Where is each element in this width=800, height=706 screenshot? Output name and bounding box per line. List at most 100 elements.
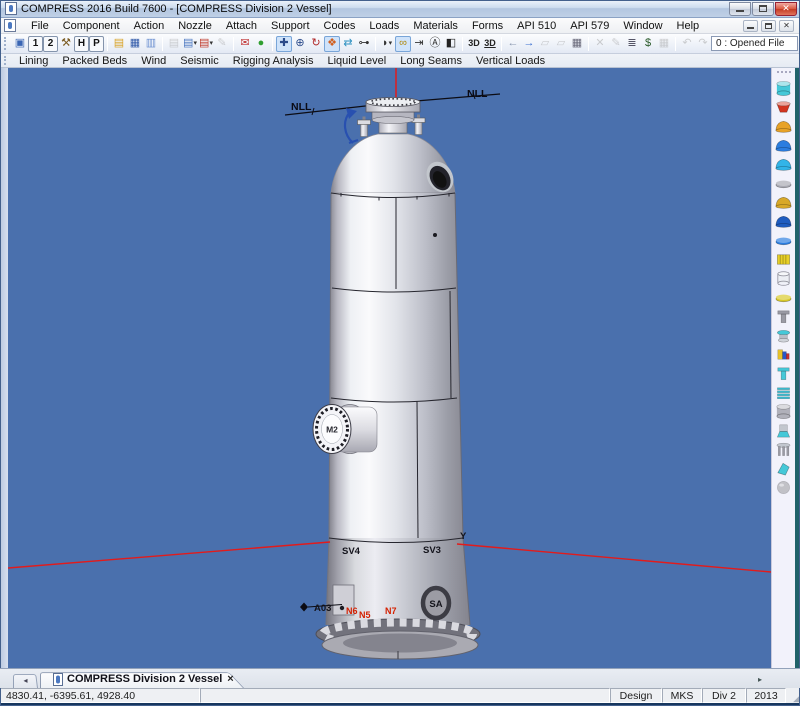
pan-icon[interactable]: ✚ [276, 36, 292, 52]
menu-component[interactable]: Component [56, 19, 127, 33]
pdf-export-icon[interactable]: ▤▾ [198, 36, 214, 52]
view-2-icon[interactable]: 2 [43, 36, 58, 52]
head-dimensions-icon[interactable]: H [74, 36, 89, 52]
minimize-button-icon[interactable] [729, 2, 751, 16]
tab-overflow-icon[interactable]: ▸ [758, 675, 762, 684]
rotate-view-icon[interactable]: ↻ [308, 36, 324, 52]
back-icon[interactable]: ← [505, 36, 521, 52]
flanged-nozzle-tool-icon[interactable] [773, 364, 794, 383]
analysis-wind[interactable]: Wind [134, 55, 173, 67]
report-dropdown-icon[interactable]: ▾ [193, 36, 197, 51]
elliptical-head-tool-icon[interactable] [773, 117, 794, 136]
toolbar-separator [462, 37, 463, 51]
save-file-icon[interactable]: ▦ [127, 36, 143, 52]
menu-api-510[interactable]: API 510 [510, 19, 563, 33]
link-components-icon[interactable]: ∞ [395, 36, 411, 52]
mdi-close-button[interactable]: ✕ [779, 20, 794, 32]
view-3d-icon[interactable]: 3D [466, 36, 482, 52]
jacket-tool-icon[interactable] [773, 402, 794, 421]
cost-estimate-icon[interactable]: $ [640, 36, 656, 52]
run-calculation-icon[interactable]: ● [253, 36, 269, 52]
analysis-lining[interactable]: Lining [12, 55, 55, 67]
dished-cover-tool-icon[interactable] [773, 212, 794, 231]
resize-grip[interactable]: ◢ [786, 688, 800, 703]
tab-scroll-button[interactable]: ◂ [13, 673, 38, 688]
report-icon[interactable]: ▤▾ [182, 36, 198, 52]
shell-cylinder-tool-icon[interactable] [773, 79, 794, 98]
expansion-joint-tool-icon[interactable] [773, 250, 794, 269]
analysis-liquid-level[interactable]: Liquid Level [320, 55, 393, 67]
hemispherical-head-tool-icon[interactable] [773, 155, 794, 174]
datasheet-icon[interactable]: ≣ [624, 36, 640, 52]
cascade-windows-icon: ▱ [537, 36, 553, 52]
tab-close-icon[interactable]: × [226, 674, 234, 684]
cover-plate-tool-icon[interactable] [773, 288, 794, 307]
menu-support[interactable]: Support [264, 19, 317, 33]
packed-bed-tool-icon[interactable] [773, 383, 794, 402]
analysis-packed-beds[interactable]: Packed Beds [55, 55, 134, 67]
render-mode-icon[interactable]: ❖ [324, 36, 340, 52]
menu-materials[interactable]: Materials [406, 19, 465, 33]
menu-window[interactable]: Window [616, 19, 669, 33]
tools-icon[interactable]: ⚒ [58, 36, 74, 52]
save-all-icon[interactable]: ▥ [143, 36, 159, 52]
view-3d-wireframe-icon[interactable]: 3D [482, 36, 498, 52]
menu-action[interactable]: Action [127, 19, 172, 33]
nozzle-tool-icon[interactable] [773, 307, 794, 326]
skirt-support-tool-icon[interactable] [773, 421, 794, 440]
orientation-dropdown-icon[interactable]: ▾ [389, 36, 393, 51]
menu-help[interactable]: Help [670, 19, 707, 33]
restraints-icon[interactable]: ⊶ [356, 36, 372, 52]
palette-grip[interactable] [777, 71, 791, 76]
view-1-icon[interactable]: 1 [28, 36, 43, 52]
menu-attach[interactable]: Attach [219, 19, 264, 33]
maximize-button-icon[interactable] [752, 2, 774, 16]
analysis-rigging-analysis[interactable]: Rigging Analysis [226, 55, 321, 67]
tab-compress-division-2-vessel[interactable]: COMPRESS Division 2 Vessel × [40, 671, 244, 688]
analysis-seismic[interactable]: Seismic [173, 55, 226, 67]
clip-lug-tool-icon[interactable] [773, 345, 794, 364]
3d-viewport[interactable]: M2 [8, 68, 771, 668]
analysis-toolbar-grip[interactable] [4, 56, 8, 65]
saddle-support-tool-icon[interactable] [773, 478, 794, 497]
shading-icon[interactable]: ◧ [443, 36, 459, 52]
lug-support-tool-icon[interactable] [773, 459, 794, 478]
calculator-icon[interactable]: ▦ [569, 36, 585, 52]
status-message-area [200, 688, 610, 703]
goto-component-icon[interactable]: ⇥ [411, 36, 427, 52]
toolbar-grip[interactable] [4, 37, 8, 50]
conical-shell-tool-icon[interactable] [773, 98, 794, 117]
menu-loads[interactable]: Loads [362, 19, 406, 33]
close-button[interactable]: ✕ [775, 2, 797, 16]
menu-api-579[interactable]: API 579 [563, 19, 616, 33]
menu-nozzle[interactable]: Nozzle [171, 19, 219, 33]
torispherical-head-tool-icon[interactable] [773, 136, 794, 155]
orientation-icon[interactable]: ◗▾ [379, 36, 395, 52]
analysis-vertical-loads[interactable]: Vertical Loads [469, 55, 552, 67]
leg-support-tool-icon[interactable] [773, 440, 794, 459]
menu-file[interactable]: File [24, 19, 56, 33]
open-file-icon[interactable]: ▤ [111, 36, 127, 52]
mdi-minimize-button[interactable] [743, 20, 758, 32]
analysis-long-seams[interactable]: Long Seams [393, 55, 469, 67]
new-drawing-icon[interactable]: ▣ [12, 36, 28, 52]
pipe-dimensions-icon[interactable]: P [89, 36, 104, 52]
toriconical-head-tool-icon[interactable] [773, 193, 794, 212]
flat-cover-tool-icon[interactable] [773, 231, 794, 250]
refresh-view-icon[interactable]: ⇄ [340, 36, 356, 52]
email-report-icon[interactable]: ✉ [237, 36, 253, 52]
opened-file-combo[interactable]: 0 : Opened File [711, 36, 798, 51]
attachments-icon[interactable]: Ⓐ [427, 36, 443, 52]
pdf-export-dropdown-icon[interactable]: ▾ [209, 36, 213, 51]
zoom-icon[interactable]: ⊕ [292, 36, 308, 52]
flat-head-tool-icon[interactable] [773, 174, 794, 193]
app-icon[interactable] [5, 2, 17, 15]
label-n5: N5 [359, 610, 371, 620]
menu-codes[interactable]: Codes [317, 19, 363, 33]
forward-icon[interactable]: → [521, 36, 537, 52]
flange-tool-icon[interactable] [773, 326, 794, 345]
menu-forms[interactable]: Forms [465, 19, 510, 33]
mdi-document-icon[interactable] [4, 19, 16, 32]
shell-transition-tool-icon[interactable] [773, 269, 794, 288]
mdi-restore-button[interactable] [761, 20, 776, 32]
